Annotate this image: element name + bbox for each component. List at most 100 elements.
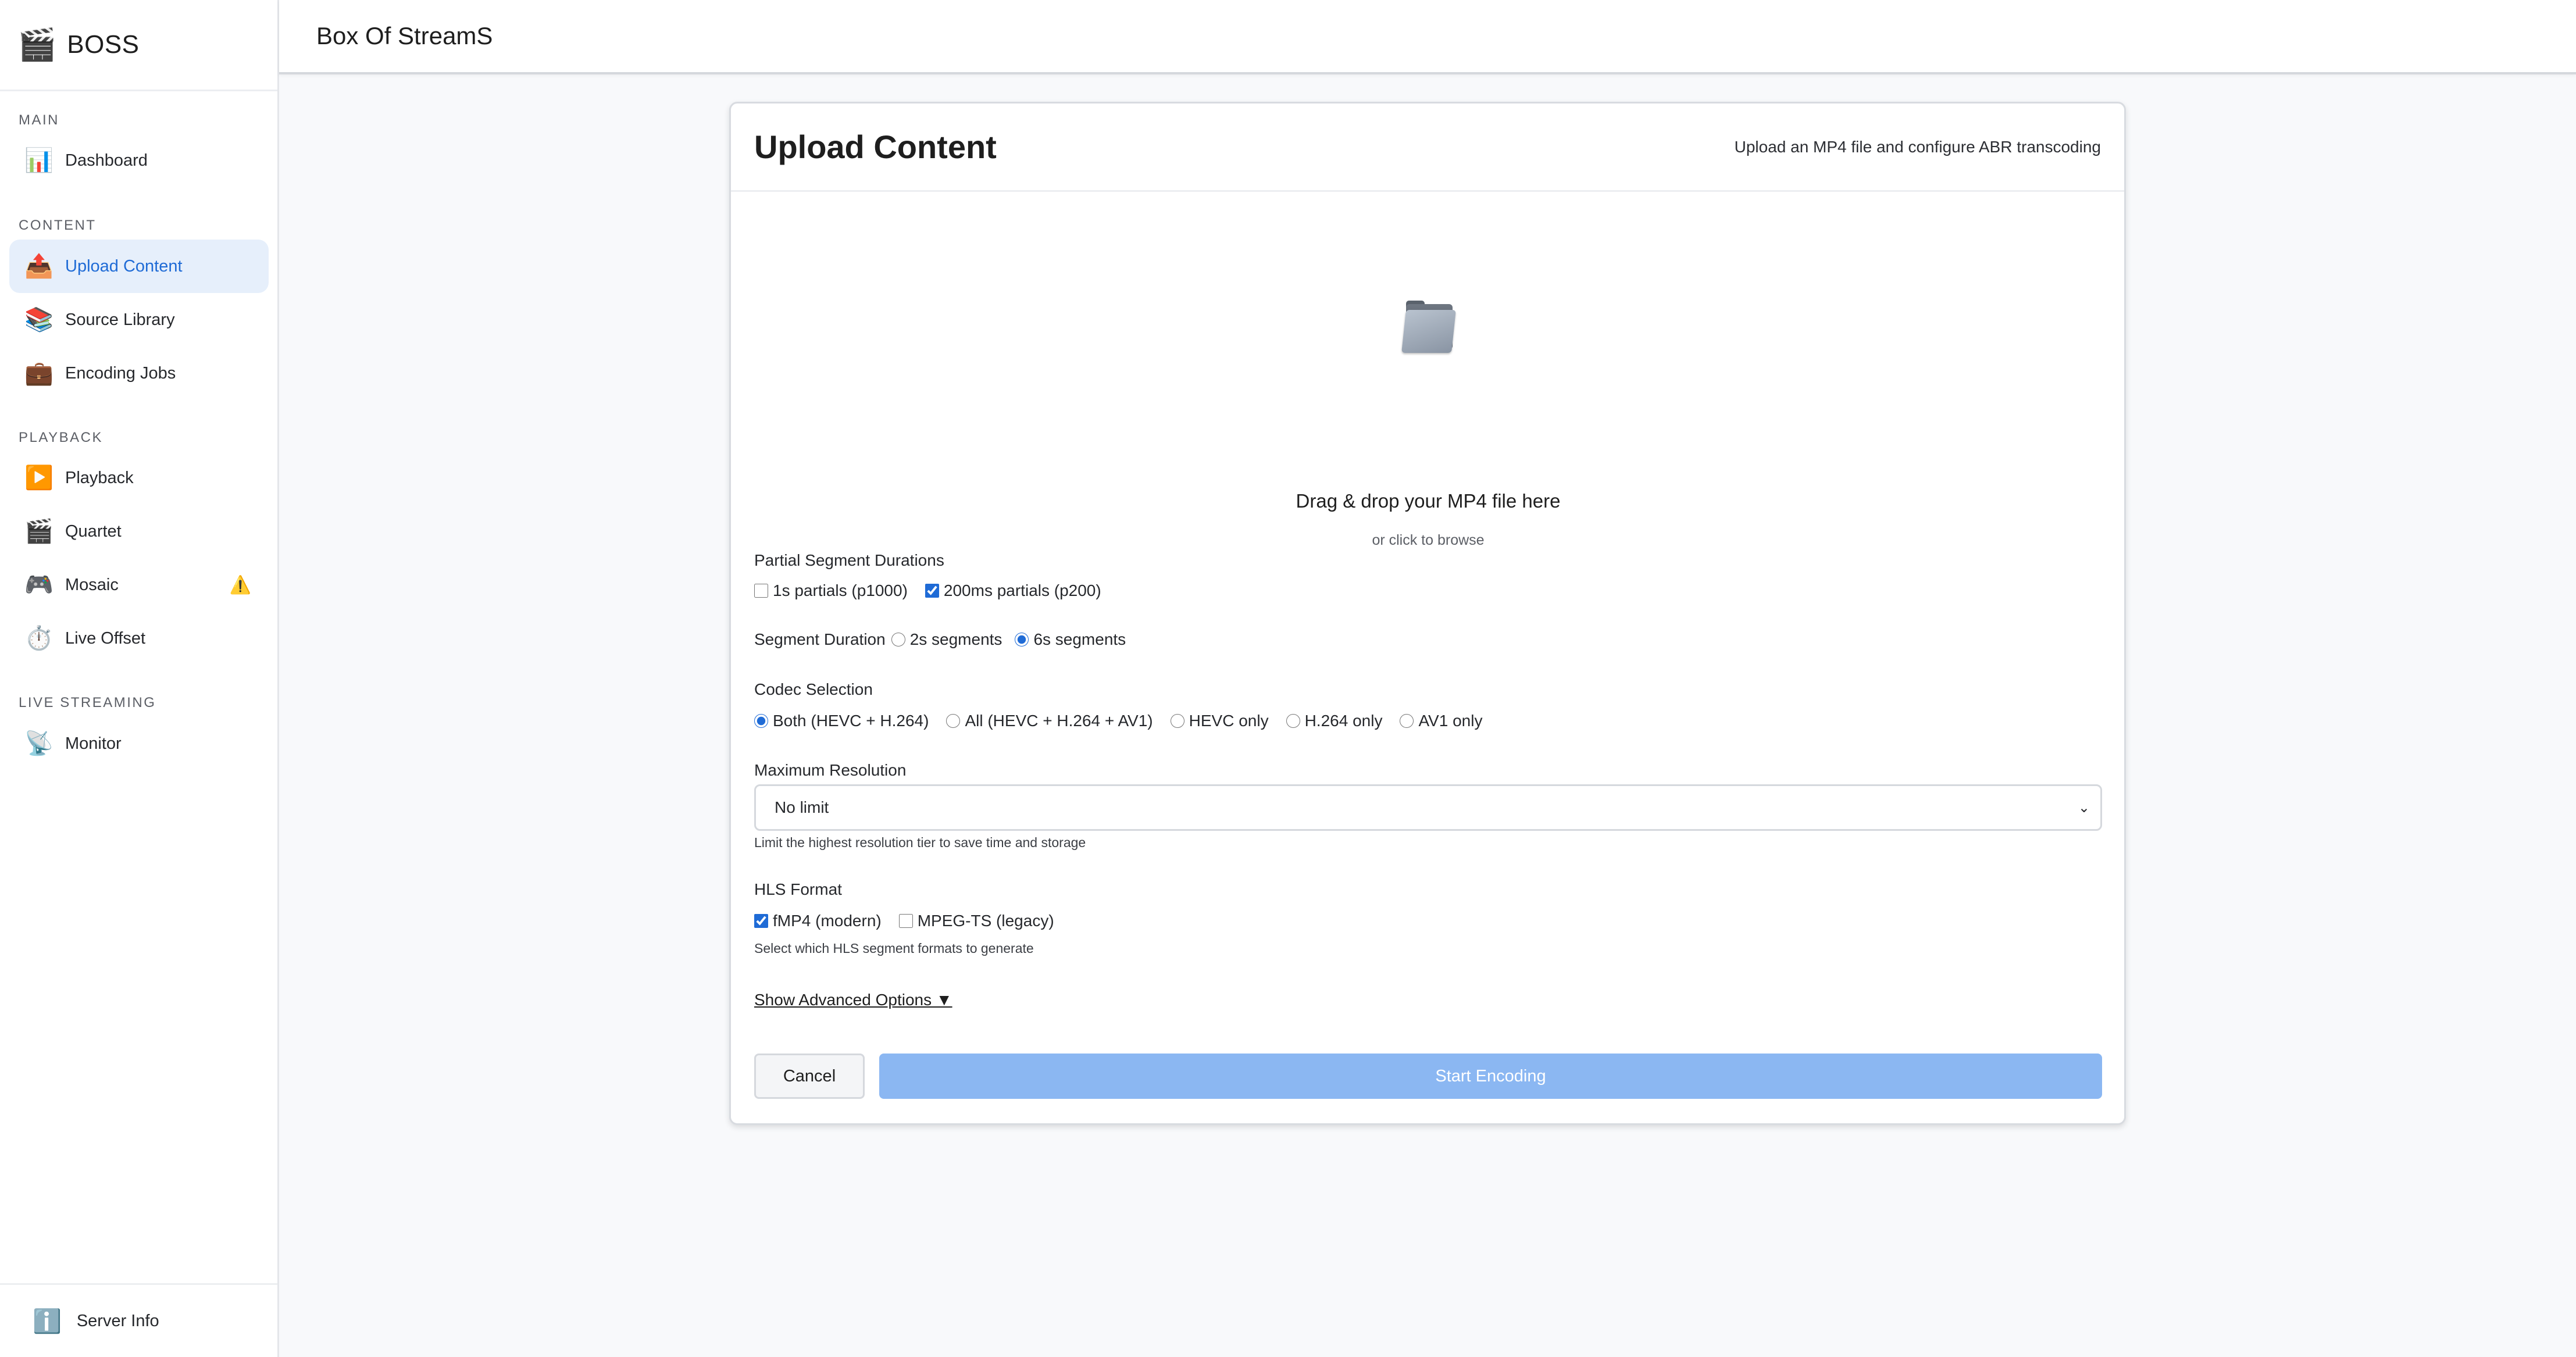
codec-option-h264[interactable]: H.264 only [1286, 712, 1383, 730]
resolution-selected-value: No limit [775, 798, 829, 816]
option-label: HEVC only [1189, 712, 1269, 730]
segment-2s-radio[interactable] [891, 633, 905, 647]
hls-fmp4-checkbox[interactable] [754, 914, 768, 928]
sidebar-item-label: Live Offset [65, 628, 146, 648]
segment-duration-row: Segment Duration 2s segments 6s segments [754, 630, 1143, 649]
option-label: fMP4 (modern) [773, 912, 882, 930]
stopwatch-icon: ⏱️ [24, 626, 53, 651]
show-advanced-options-link[interactable]: Show Advanced Options ▼ [754, 991, 952, 1009]
clapper-icon: 🎬 [17, 27, 57, 62]
option-label: 1s partials (p1000) [773, 581, 908, 599]
gamepad-icon: 🎮 [24, 572, 53, 598]
sidebar-item-quartet[interactable]: 🎬 Quartet [9, 505, 269, 558]
info-icon: ℹ️ [33, 1308, 62, 1334]
sidebar-item-source-library[interactable]: 📚 Source Library [9, 293, 269, 347]
sidebar-item-monitor[interactable]: 📡 Monitor [9, 717, 269, 770]
hls-label: HLS Format [754, 880, 842, 898]
option-label: 2s segments [909, 630, 1002, 648]
sidebar-item-label: Source Library [65, 310, 175, 329]
books-icon: 📚 [24, 307, 53, 333]
option-label: Both (HEVC + H.264) [773, 712, 929, 730]
sidebar-item-encoding-jobs[interactable]: 💼 Encoding Jobs [9, 347, 269, 400]
option-label: 200ms partials (p200) [943, 581, 1101, 599]
nav-section-playback: PLAYBACK [19, 430, 103, 445]
briefcase-icon: 💼 [24, 360, 53, 386]
codec-options: Both (HEVC + H.264) All (HEVC + H.264 + … [754, 712, 1500, 730]
sidebar-item-dashboard[interactable]: 📊 Dashboard [9, 134, 269, 187]
nav-section-main: MAIN [19, 112, 59, 128]
sidebar-item-playback[interactable]: ▶️ Playback [9, 451, 269, 505]
hls-options: fMP4 (modern) MPEG-TS (legacy) [754, 912, 1072, 930]
codec-av1-radio[interactable] [1400, 714, 1414, 728]
hls-option-mpegts[interactable]: MPEG-TS (legacy) [898, 912, 1054, 930]
partials-label: Partial Segment Durations [754, 551, 944, 569]
option-label: AV1 only [1418, 712, 1483, 730]
sidebar-item-mosaic[interactable]: 🎮 Mosaic ⚠️ [9, 558, 269, 612]
clapper-icon: 🎬 [24, 519, 53, 544]
sidebar: 🎬 BOSS MAIN 📊 Dashboard CONTENT 📤 Upload… [0, 0, 279, 1357]
brand-name: BOSS [67, 30, 140, 59]
partials-options: 1s partials (p1000) 200ms partials (p200… [754, 581, 1119, 600]
folder-icon [1401, 301, 1456, 353]
page-title: Upload Content [754, 128, 997, 165]
codec-option-hevc[interactable]: HEVC only [1170, 712, 1269, 730]
resolution-label: Maximum Resolution [754, 761, 907, 779]
codec-all-radio[interactable] [946, 714, 961, 728]
partials-200ms-checkbox[interactable] [925, 584, 939, 598]
app-root: 🎬 BOSS MAIN 📊 Dashboard CONTENT 📤 Upload… [0, 0, 2576, 1357]
sidebar-item-label: Monitor [65, 734, 122, 753]
nav-section-live-streaming: LIVE STREAMING [19, 695, 156, 710]
sidebar-item-upload-content[interactable]: 📤 Upload Content [9, 240, 269, 293]
codec-option-all[interactable]: All (HEVC + H.264 + AV1) [946, 712, 1153, 730]
resolution-hint: Limit the highest resolution tier to sav… [754, 835, 1086, 850]
option-label: MPEG-TS (legacy) [917, 912, 1054, 930]
codec-both-radio[interactable] [754, 714, 768, 728]
codec-option-both[interactable]: Both (HEVC + H.264) [754, 712, 929, 730]
option-label: H.264 only [1304, 712, 1383, 730]
sidebar-item-label: Upload Content [65, 256, 183, 276]
warning-icon: ⚠️ [229, 575, 251, 595]
cancel-button[interactable]: Cancel [754, 1054, 865, 1099]
sidebar-item-label: Mosaic [65, 575, 119, 594]
sidebar-item-label: Quartet [65, 522, 122, 541]
hls-mpegts-checkbox[interactable] [898, 914, 913, 928]
start-encoding-button[interactable]: Start Encoding [879, 1054, 2102, 1099]
file-dropzone[interactable]: Drag & drop your MP4 file here or click … [754, 194, 2102, 548]
hls-option-fmp4[interactable]: fMP4 (modern) [754, 912, 882, 930]
sidebar-item-label: Playback [65, 468, 134, 487]
segment-6s-radio[interactable] [1015, 633, 1029, 647]
codec-option-av1[interactable]: AV1 only [1400, 712, 1482, 730]
partials-option-200ms[interactable]: 200ms partials (p200) [925, 581, 1101, 600]
resolution-select[interactable]: No limit ⌄ [754, 784, 2102, 831]
hls-hint: Select which HLS segment formats to gene… [754, 941, 1034, 956]
sidebar-item-live-offset[interactable]: ⏱️ Live Offset [9, 612, 269, 665]
page-subtitle: Upload an MP4 file and configure ABR tra… [1734, 137, 2101, 156]
option-label: All (HEVC + H.264 + AV1) [965, 712, 1153, 730]
partials-1s-checkbox[interactable] [754, 584, 768, 598]
segment-duration-label: Segment Duration [754, 630, 886, 648]
upload-card: Upload Content Upload an MP4 file and co… [729, 102, 2126, 1125]
dropzone-subtitle: or click to browse [1372, 532, 1485, 548]
card-header: Upload Content Upload an MP4 file and co… [731, 103, 2124, 192]
upload-inbox-icon: 📤 [24, 253, 53, 279]
segment-option-6s[interactable]: 6s segments [1015, 630, 1126, 649]
nav-section-content: CONTENT [19, 217, 97, 233]
segment-option-2s[interactable]: 2s segments [891, 630, 1002, 649]
dropzone-title: Drag & drop your MP4 file here [1296, 490, 1561, 512]
codec-h264-radio[interactable] [1286, 714, 1300, 728]
top-bar: Box Of StreamS [279, 0, 2576, 74]
partials-option-1s[interactable]: 1s partials (p1000) [754, 581, 908, 600]
option-label: 6s segments [1033, 630, 1126, 648]
satellite-dish-icon: 📡 [24, 731, 53, 756]
sidebar-item-label: Server Info [76, 1311, 159, 1330]
sidebar-item-server-info[interactable]: ℹ️ Server Info [0, 1283, 277, 1357]
codec-hevc-radio[interactable] [1170, 714, 1184, 728]
brand[interactable]: 🎬 BOSS [0, 0, 277, 91]
sidebar-item-label: Dashboard [65, 151, 148, 170]
app-title: Box Of StreamS [316, 22, 493, 49]
bar-chart-icon: 📊 [24, 148, 53, 173]
codec-label: Codec Selection [754, 680, 873, 698]
sidebar-item-label: Encoding Jobs [65, 363, 176, 383]
play-button-icon: ▶️ [24, 465, 53, 491]
chevron-down-icon: ⌄ [2078, 799, 2090, 816]
